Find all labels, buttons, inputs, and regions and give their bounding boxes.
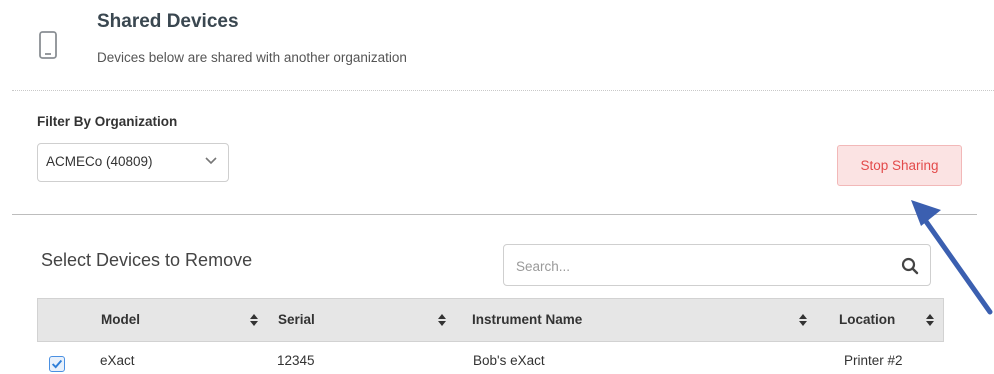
sort-icon[interactable]	[250, 314, 258, 326]
mobile-device-icon	[39, 31, 57, 59]
organization-select-value: ACMECo (40809)	[46, 154, 153, 169]
column-header-model[interactable]: Model	[101, 312, 140, 327]
cell-serial: 12345	[277, 353, 315, 368]
column-header-instrument-name[interactable]: Instrument Name	[472, 312, 582, 327]
page-subtitle: Devices below are shared with another or…	[97, 50, 407, 65]
column-header-location[interactable]: Location	[839, 312, 895, 327]
cell-location: Printer #2	[844, 353, 903, 368]
chevron-down-icon	[205, 157, 217, 165]
search-input[interactable]	[514, 253, 878, 279]
section-title: Select Devices to Remove	[41, 250, 253, 270]
sort-icon[interactable]	[926, 314, 934, 326]
row-checkbox[interactable]	[49, 356, 65, 372]
stop-sharing-button[interactable]: Stop Sharing	[837, 145, 962, 186]
sort-icon[interactable]	[799, 314, 807, 326]
page-title: Shared Devices	[97, 11, 239, 32]
cell-instrument-name: Bob's eXact	[473, 353, 545, 368]
cell-model: eXact	[100, 353, 135, 368]
sort-icon[interactable]	[438, 314, 446, 326]
checkmark-icon	[51, 359, 63, 369]
header-divider	[12, 90, 994, 91]
filter-label: Filter By Organization	[37, 114, 178, 129]
table-header: Model Serial Instrument Name Location	[37, 298, 944, 342]
organization-select[interactable]: ACMECo (40809)	[37, 143, 229, 182]
table-row[interactable]: eXact 12345 Bob's eXact Printer #2	[37, 342, 944, 374]
filter-divider	[12, 214, 977, 215]
column-header-serial[interactable]: Serial	[278, 312, 315, 327]
search-box	[503, 244, 931, 286]
search-icon[interactable]	[901, 257, 919, 275]
devices-table: Model Serial Instrument Name Location eX…	[37, 298, 944, 374]
